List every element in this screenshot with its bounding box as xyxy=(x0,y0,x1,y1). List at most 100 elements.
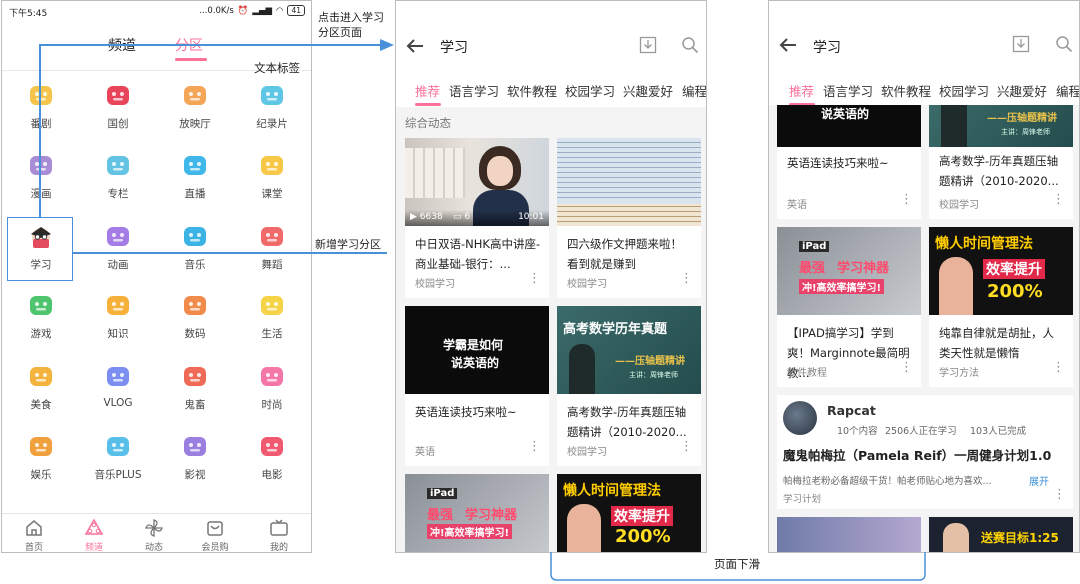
dress-icon xyxy=(261,367,283,386)
search-icon[interactable] xyxy=(1055,35,1073,53)
tab-hobby[interactable]: 兴趣爱好 xyxy=(997,81,1047,100)
video-card[interactable]: 学霸是如何 说英语的 英语连读技巧来啦~ 英语 ⋮ xyxy=(405,306,549,466)
partition-label: 游戏 xyxy=(30,328,52,340)
video-tag: 校园学习 xyxy=(939,200,979,211)
connector-line xyxy=(39,44,389,46)
more-icon[interactable]: ⋮ xyxy=(680,271,693,286)
partition-item[interactable]: 游戏 xyxy=(11,292,71,352)
video-thumbnail[interactable]: 送赛目标1:25 xyxy=(929,517,1073,552)
back-arrow-icon[interactable] xyxy=(406,38,424,54)
video-card[interactable]: 说英语的 英语连读技巧来啦~ 英语 ⋮ xyxy=(777,105,921,219)
partition-item[interactable]: 数码 xyxy=(165,292,225,352)
canvas: 下午5:45 ...0.0K/s ⏰ ▂▄▆ ◠ 41 频道 分区 番剧 国创 放映… xyxy=(0,0,1080,584)
more-icon[interactable]: ⋮ xyxy=(900,360,913,375)
plan-tag: 学习计划 xyxy=(783,494,822,505)
video-card[interactable]: iPad 最强 学习神器 冲!高效率搞学习! 【IPAD搞学习】学到爽！Marg… xyxy=(777,227,921,387)
back-arrow-icon[interactable] xyxy=(779,37,797,53)
partition-item[interactable]: 音乐PLUS xyxy=(88,433,148,493)
video-card[interactable]: ——压轴题精讲 主讲：周锋老师 高考数学-历年真题压轴题精讲（2010-2020… xyxy=(929,105,1073,219)
partition-label: 纪录片 xyxy=(256,118,288,130)
partition-item[interactable]: 番剧 xyxy=(11,82,71,142)
nav-mine[interactable]: 我的 xyxy=(254,518,304,552)
video-card[interactable]: ▶ 6638 ▭ 6 10:01 中日双语-NHK高中讲座-商业基础-银行：..… xyxy=(405,138,549,298)
feed: 综合动态 ▶ 6638 ▭ 6 10:01 中日双语-NHK高中讲座-商业基础-… xyxy=(396,107,706,552)
partition-item[interactable]: 娱乐 xyxy=(11,433,71,493)
phone-study-screen: 学习 推荐 语言学习 软件教程 校园学习 兴趣爱好 编程 综合动态 ▶ 6638… xyxy=(395,0,707,553)
cup-icon xyxy=(30,156,52,175)
partition-item[interactable]: 直播 xyxy=(165,152,225,212)
partition-item[interactable]: 放映厅 xyxy=(165,82,225,142)
partition-label: 动画 xyxy=(107,259,129,271)
study-plan-card[interactable]: Rapcat 10个内容 2506人正在学习 103人已完成 魔鬼帕梅拉（Pam… xyxy=(777,395,1073,509)
partition-label: 娱乐 xyxy=(30,469,52,481)
tab-hobby[interactable]: 兴趣爱好 xyxy=(623,81,673,100)
video-card[interactable]: 高考数学历年真题 ——压轴题精讲 主讲：周锋老师 高考数学-历年真题压轴题精讲（… xyxy=(557,306,701,466)
partition-item[interactable]: 鬼畜 xyxy=(165,363,225,423)
partition-item[interactable]: 影视 xyxy=(165,433,225,493)
search-icon[interactable] xyxy=(681,36,699,54)
download-icon[interactable] xyxy=(1012,35,1030,53)
download-icon[interactable] xyxy=(639,36,657,54)
video-card[interactable]: 懒人时间管理法 效率提升 200% xyxy=(557,474,701,552)
whale-icon xyxy=(261,86,283,105)
nav-shop[interactable]: 会员购 xyxy=(190,518,240,552)
more-icon[interactable]: ⋮ xyxy=(900,192,913,207)
partition-item[interactable]: 纪录片 xyxy=(242,82,302,142)
partition-item[interactable]: 国创 xyxy=(88,82,148,142)
partition-label: 番剧 xyxy=(30,118,52,130)
plan-meta-count: 10个内容 xyxy=(837,426,878,437)
partition-item[interactable]: 知识 xyxy=(88,292,148,352)
vlog-icon xyxy=(107,367,129,386)
tab-coding[interactable]: 编程 xyxy=(1056,81,1079,100)
headphone-icon xyxy=(184,227,206,246)
video-card[interactable]: 懒人时间管理法 效率提升 200% 纯靠自律就是胡扯，人类天性就是懒惰 学习方法… xyxy=(929,227,1073,387)
video-thumbnail[interactable] xyxy=(777,517,921,552)
tab-campus[interactable]: 校园学习 xyxy=(939,81,989,100)
tab-recommend[interactable]: 推荐 xyxy=(415,81,440,100)
partition-item[interactable]: VLOG xyxy=(88,363,148,423)
partition-label: 直播 xyxy=(184,188,206,200)
arrow-head-icon xyxy=(380,39,394,51)
more-icon[interactable]: ⋮ xyxy=(680,439,693,454)
more-icon[interactable]: ⋮ xyxy=(528,271,541,286)
tab-campus[interactable]: 校园学习 xyxy=(565,81,615,100)
partition-item[interactable]: 专栏 xyxy=(88,152,148,212)
partition-item[interactable]: 电影 xyxy=(242,433,302,493)
tv-icon xyxy=(30,86,52,105)
battery-icon: 41 xyxy=(287,5,305,16)
nav-dynamic[interactable]: 动态 xyxy=(129,518,179,552)
video-card[interactable]: 四六级作文押题来啦！看到就是赚到 校园学习 ⋮ xyxy=(557,138,701,298)
partition-label: 鬼畜 xyxy=(184,399,206,411)
more-icon[interactable]: ⋮ xyxy=(1052,360,1065,375)
tab-software[interactable]: 软件教程 xyxy=(881,81,931,100)
bowl-icon xyxy=(30,367,52,386)
partition-item[interactable]: 漫画 xyxy=(11,152,71,212)
video-title: 四六级作文押题来啦！看到就是赚到 xyxy=(567,237,682,271)
video-thumbnail: iPad 最强 学习神器 冲!高效率搞学习! xyxy=(777,227,921,315)
partition-item[interactable]: 美食 xyxy=(11,363,71,423)
plan-user: Rapcat xyxy=(827,403,876,418)
home-icon xyxy=(26,520,42,536)
video-title: 中日双语-NHK高中讲座-商业基础-银行：... xyxy=(415,237,541,271)
tab-software[interactable]: 软件教程 xyxy=(507,81,557,100)
more-icon[interactable]: ⋮ xyxy=(1053,487,1066,502)
annotation-new-partition: 新增学习分区 xyxy=(315,238,381,251)
tab-language[interactable]: 语言学习 xyxy=(823,81,873,100)
video-card[interactable]: iPad 最强 学习神器 冲!高效率搞学习! xyxy=(405,474,549,552)
partition-item[interactable]: 课堂 xyxy=(242,152,302,212)
tab-coding[interactable]: 编程 xyxy=(682,81,706,100)
section-title: 综合动态 xyxy=(405,116,451,130)
partition-item[interactable]: 时尚 xyxy=(242,363,302,423)
more-icon[interactable]: ⋮ xyxy=(1052,192,1065,207)
tab-language[interactable]: 语言学习 xyxy=(449,81,499,100)
more-icon[interactable]: ⋮ xyxy=(528,439,541,454)
video-thumbnail: ▶ 6638 ▭ 6 10:01 xyxy=(405,138,549,226)
expand-link[interactable]: 展开 xyxy=(1029,473,1049,488)
partition-label: 舞蹈 xyxy=(261,259,283,271)
tab-recommend[interactable]: 推荐 xyxy=(789,81,814,100)
nav-home[interactable]: 首页 xyxy=(9,518,59,552)
partition-item[interactable]: 生活 xyxy=(242,292,302,352)
partition-label: 知识 xyxy=(107,328,129,340)
nav-channel[interactable]: 频道 xyxy=(69,518,119,552)
shop-icon xyxy=(207,521,223,536)
